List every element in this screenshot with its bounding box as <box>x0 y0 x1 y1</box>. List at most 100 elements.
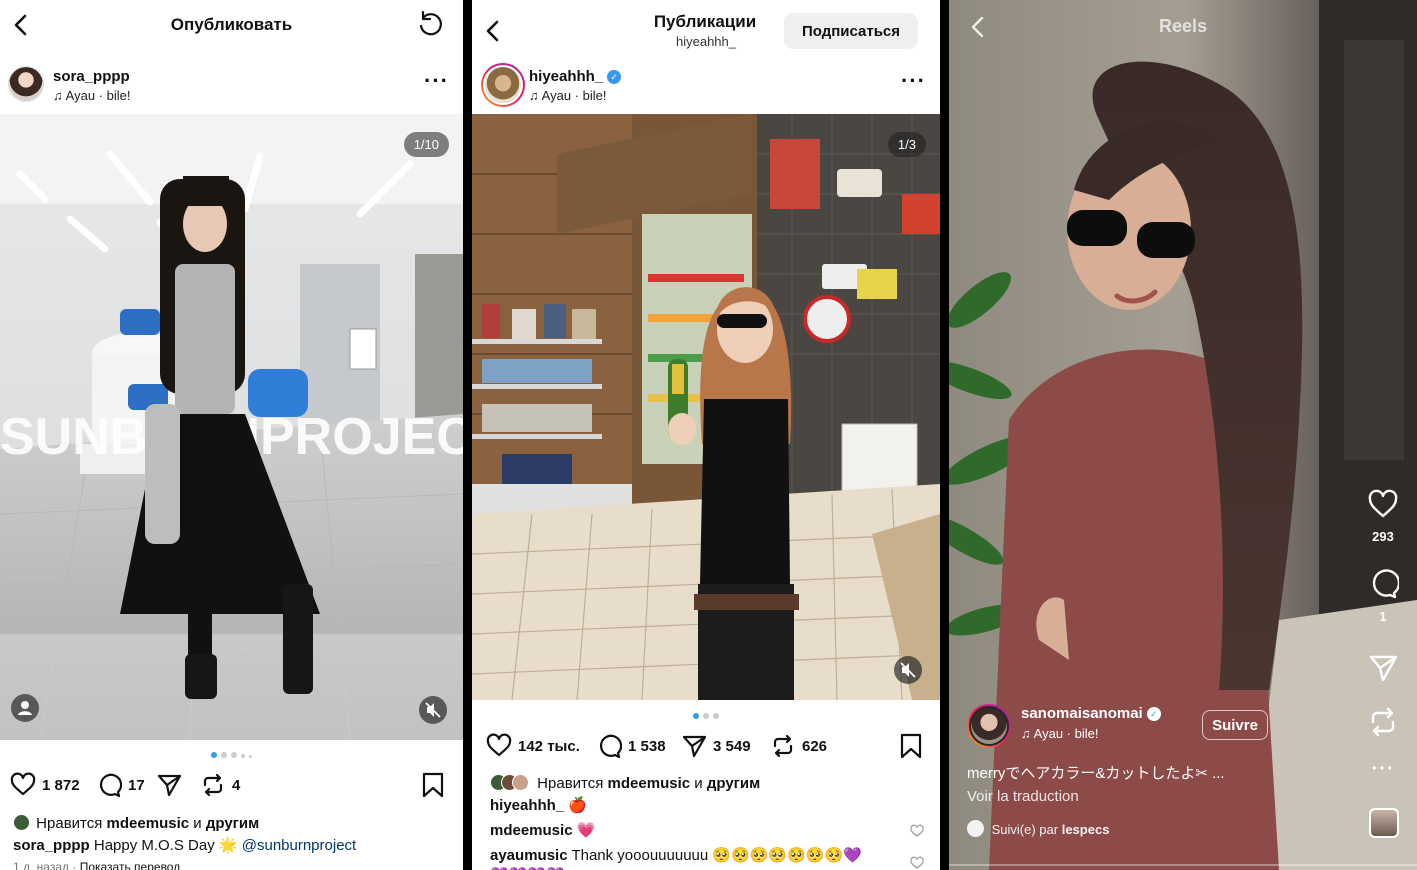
heart-icon <box>1368 489 1398 518</box>
reel-like-button[interactable]: 293 <box>1365 488 1401 544</box>
follow-button[interactable]: Подписаться <box>784 13 918 49</box>
user-tags-icon[interactable] <box>11 694 39 722</box>
comment-icon <box>99 773 122 798</box>
bookmark-icon[interactable] <box>898 732 924 760</box>
post-author-row: hiyeahhh_ ✓ ♫ Ayau · bile! ··· <box>472 60 940 110</box>
comment-like-heart-icon[interactable] <box>910 824 924 838</box>
share-button[interactable]: 3 549 <box>681 728 751 764</box>
like-button[interactable]: 142 тыс. <box>486 728 580 764</box>
repost-count: 626 <box>802 737 828 755</box>
header: Публикации hiyeahhh_ Подписаться <box>472 0 940 52</box>
share-button[interactable] <box>156 767 182 803</box>
music-label[interactable]: ♫ Ayau · bile! <box>529 88 606 103</box>
verified-badge-icon: ✓ <box>1146 707 1161 721</box>
repost-icon <box>773 734 793 758</box>
comment-row: mdeemusic 💗 <box>490 821 595 839</box>
caption-username[interactable]: hiyeahhh_ <box>490 797 564 814</box>
comment-text-continued: 💜💜💜💜 <box>490 866 565 870</box>
caption-username[interactable]: sora_pppp <box>13 837 90 854</box>
avatar[interactable] <box>481 63 525 107</box>
repost-icon <box>1371 707 1395 737</box>
more-options-icon[interactable]: ··· <box>901 68 926 94</box>
follow-button[interactable]: Suivre <box>1202 710 1268 740</box>
carousel-indicator <box>472 713 940 719</box>
post-meta: 1 д. назад · Показать перевод <box>13 860 180 870</box>
more-options-icon[interactable]: ··· <box>1365 758 1401 781</box>
caption-mention[interactable]: @sunburnproject <box>242 837 356 854</box>
translate-link[interactable]: Voir la traduction <box>967 788 1079 805</box>
carousel-indicator <box>0 752 463 758</box>
comment-icon <box>599 734 622 759</box>
send-icon <box>682 735 707 758</box>
avatar[interactable] <box>8 66 44 102</box>
heart-icon <box>486 733 512 757</box>
comment-row: ayaumusic Thank yooouuuuuuu 🥺🥺🥺🥺🥺🥺🥺💜 <box>490 846 862 864</box>
translate-link[interactable]: Показать перевод <box>80 860 181 870</box>
comment-icon <box>1372 569 1401 599</box>
carousel-counter: 1/3 <box>887 132 926 157</box>
mute-icon[interactable] <box>894 656 922 684</box>
caption: hiyeahhh_ 🍎 <box>490 796 587 814</box>
like-count: 293 <box>1372 529 1394 544</box>
reel-progress-bar[interactable] <box>949 864 1417 866</box>
comment-count: 1 538 <box>628 737 666 755</box>
comment-text: Thank yooouuuuuuu 🥺🥺🥺🥺🥺🥺🥺💜 <box>571 847 862 864</box>
repost-icon <box>203 773 223 797</box>
comment-count: 17 <box>128 776 145 794</box>
comment-username[interactable]: ayaumusic <box>490 847 568 864</box>
like-count: 1 872 <box>42 776 80 794</box>
music-label[interactable]: ♫ Ayau · bile! <box>53 88 130 103</box>
reels-panel: Reels 293 1 ··· sanomaisanomai ✓ ♫ Ayau ·… <box>949 0 1417 870</box>
comment-button[interactable]: 1 538 <box>596 728 666 764</box>
liker-avatar <box>13 814 30 831</box>
audio-thumbnail[interactable] <box>1369 808 1399 838</box>
like-count: 142 тыс. <box>518 737 580 755</box>
post-actions: 142 тыс. 1 538 3 549 626 <box>472 728 940 764</box>
music-note-icon: ♫ <box>1021 726 1034 741</box>
share-count: 3 549 <box>713 737 751 755</box>
reel-comment-button[interactable]: 1 <box>1365 568 1401 624</box>
reel-share-button[interactable] <box>1365 652 1401 689</box>
caption-text: Happy M.O.S Day 🌟 <box>93 837 238 854</box>
verified-badge-icon: ✓ <box>607 70 622 84</box>
comment-text: 💗 <box>576 822 596 839</box>
music-note-icon: ♫ <box>529 88 542 103</box>
post-photo[interactable]: 1/3 <box>472 114 940 700</box>
author-username[interactable]: sanomaisanomai ✓ <box>1021 705 1161 722</box>
reel-caption[interactable]: merryでヘアカラー&カットしたよ✂ ... <box>967 762 1225 783</box>
music-note-icon: ♫ <box>53 88 66 103</box>
author-username[interactable]: hiyeahhh_ ✓ <box>529 68 622 85</box>
liked-by-line[interactable]: Нравится mdeemusic и другим <box>490 774 760 792</box>
like-button[interactable]: 1 872 <box>10 767 80 803</box>
heart-icon <box>10 772 36 796</box>
more-options-icon[interactable]: ··· <box>424 68 449 94</box>
caption-text: 🍎 <box>568 797 588 814</box>
avatar[interactable] <box>967 704 1011 748</box>
repost-count: 4 <box>232 776 241 794</box>
reel-repost-button[interactable] <box>1365 706 1401 743</box>
caption: sora_pppp Happy M.O.S Day 🌟 @sunburnproj… <box>13 836 356 854</box>
cafe-photo-illustration <box>472 114 940 700</box>
carousel-counter: 1/10 <box>403 132 449 157</box>
followed-by-line[interactable]: Suivi(e) par lespecs <box>967 820 1109 837</box>
comment-button[interactable]: 17 <box>96 767 145 803</box>
mute-icon[interactable] <box>419 696 447 724</box>
post-photo[interactable]: SUNBURNPROJECT 1/10 <box>0 114 463 740</box>
repost-button[interactable]: 626 <box>770 728 827 764</box>
bookmark-icon[interactable] <box>420 771 446 799</box>
liked-by-line[interactable]: Нравится mdeemusic и другим <box>13 814 259 832</box>
author-username[interactable]: sora_pppp <box>53 68 130 85</box>
time-ago: 1 д. назад <box>13 860 70 870</box>
post-panel-sora: Опубликовать sora_pppp ♫ Ayau · bile! ··… <box>0 0 463 870</box>
comment-username[interactable]: mdeemusic <box>490 822 573 839</box>
page-title: Опубликовать <box>170 15 293 34</box>
post-author-row: sora_pppp ♫ Ayau · bile! ··· <box>0 60 463 110</box>
comment-like-heart-icon[interactable] <box>910 856 924 870</box>
store-photo-illustration: SUNBURNPROJECT <box>0 114 463 740</box>
refresh-icon[interactable] <box>415 10 445 40</box>
reel-author-row: sanomaisanomai ✓ ♫ Ayau · bile! Suivre <box>967 702 1357 752</box>
header: Опубликовать <box>0 0 463 52</box>
post-panel-hiyeahhh: Публикации hiyeahhh_ Подписаться hiyeahh… <box>472 0 940 870</box>
repost-button[interactable]: 4 <box>200 767 240 803</box>
music-label[interactable]: ♫ Ayau · bile! <box>1021 726 1098 741</box>
